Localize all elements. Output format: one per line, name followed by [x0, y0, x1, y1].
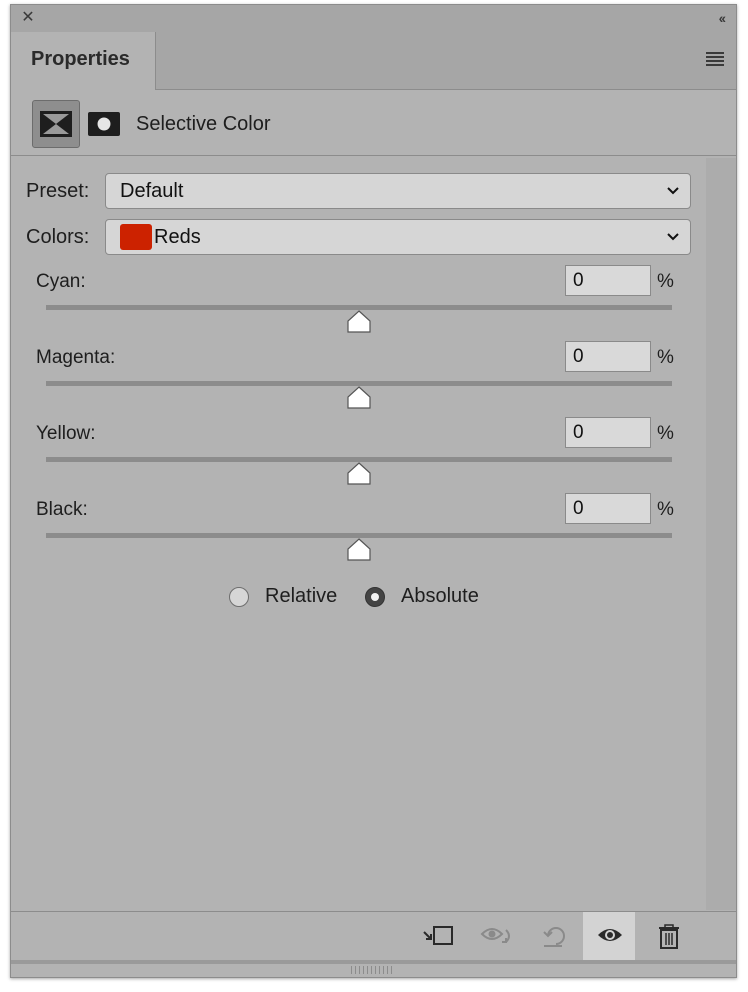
yellow-value-field[interactable]: 0 [565, 417, 651, 448]
panel-resize-bar[interactable] [11, 960, 736, 977]
black-value-field[interactable]: 0 [565, 493, 651, 524]
view-previous-state-icon [480, 928, 510, 943]
chevron-down-icon [667, 233, 679, 241]
reset-icon [543, 927, 565, 947]
chevron-down-icon [667, 187, 679, 195]
panel-menu-icon[interactable] [706, 52, 724, 68]
layer-mask-button[interactable] [88, 112, 120, 141]
magenta-label: Magenta: [36, 347, 116, 368]
magenta-percent: % [657, 347, 674, 368]
magenta-value-field[interactable]: 0 [565, 341, 651, 372]
tab-properties[interactable]: Properties [11, 32, 156, 90]
cyan-percent: % [657, 271, 674, 292]
black-slider-thumb[interactable] [346, 538, 372, 562]
relative-radio[interactable] [229, 587, 249, 607]
panel-titlebar: ✕ ‹‹ [11, 5, 736, 32]
tab-properties-label: Properties [31, 48, 130, 70]
absolute-radio[interactable] [365, 587, 385, 607]
properties-panel: ✕ ‹‹ Properties Selective Color Preset: [10, 4, 737, 978]
close-icon[interactable]: ✕ [20, 10, 36, 26]
delete-button[interactable] [643, 912, 695, 961]
adjustment-title: Selective Color [136, 113, 271, 135]
adjustment-layer-button[interactable] [32, 100, 80, 148]
preset-label: Preset: [26, 180, 90, 202]
trash-icon [659, 924, 679, 949]
cyan-slider-thumb[interactable] [346, 310, 372, 334]
mask-icon [88, 112, 120, 136]
clip-to-layer-button[interactable] [407, 912, 459, 961]
clip-to-layer-icon [423, 926, 453, 945]
colors-dropdown[interactable]: Reds [105, 219, 691, 255]
magenta-slider-thumb[interactable] [346, 386, 372, 410]
black-label: Black: [36, 499, 88, 520]
yellow-slider-thumb[interactable] [346, 462, 372, 486]
visibility-toggle-button[interactable] [583, 912, 635, 961]
colors-label: Colors: [26, 226, 90, 248]
preset-dropdown[interactable]: Default [105, 173, 691, 209]
collapse-panel-icon[interactable]: ‹‹ [719, 10, 726, 26]
yellow-percent: % [657, 423, 674, 444]
scrollbar-track[interactable] [706, 158, 736, 910]
panel-footer-toolbar [11, 911, 736, 961]
relative-label[interactable]: Relative [265, 585, 337, 608]
black-percent: % [657, 499, 674, 520]
reset-button[interactable] [527, 912, 579, 961]
yellow-label: Yellow: [36, 423, 96, 444]
colors-value: Reds [154, 226, 201, 248]
visibility-eye-icon [598, 929, 622, 941]
adjustment-icon [40, 111, 72, 137]
panel-tabbar: Properties [11, 32, 736, 90]
resize-grip-icon[interactable] [351, 966, 393, 974]
absolute-label[interactable]: Absolute [401, 585, 479, 608]
cyan-value-field[interactable]: 0 [565, 265, 651, 296]
color-swatch [120, 224, 152, 250]
cyan-label: Cyan: [36, 271, 86, 292]
adjustment-header: Selective Color [11, 90, 736, 156]
view-previous-state-button[interactable] [467, 912, 519, 961]
preset-value: Default [120, 180, 184, 202]
